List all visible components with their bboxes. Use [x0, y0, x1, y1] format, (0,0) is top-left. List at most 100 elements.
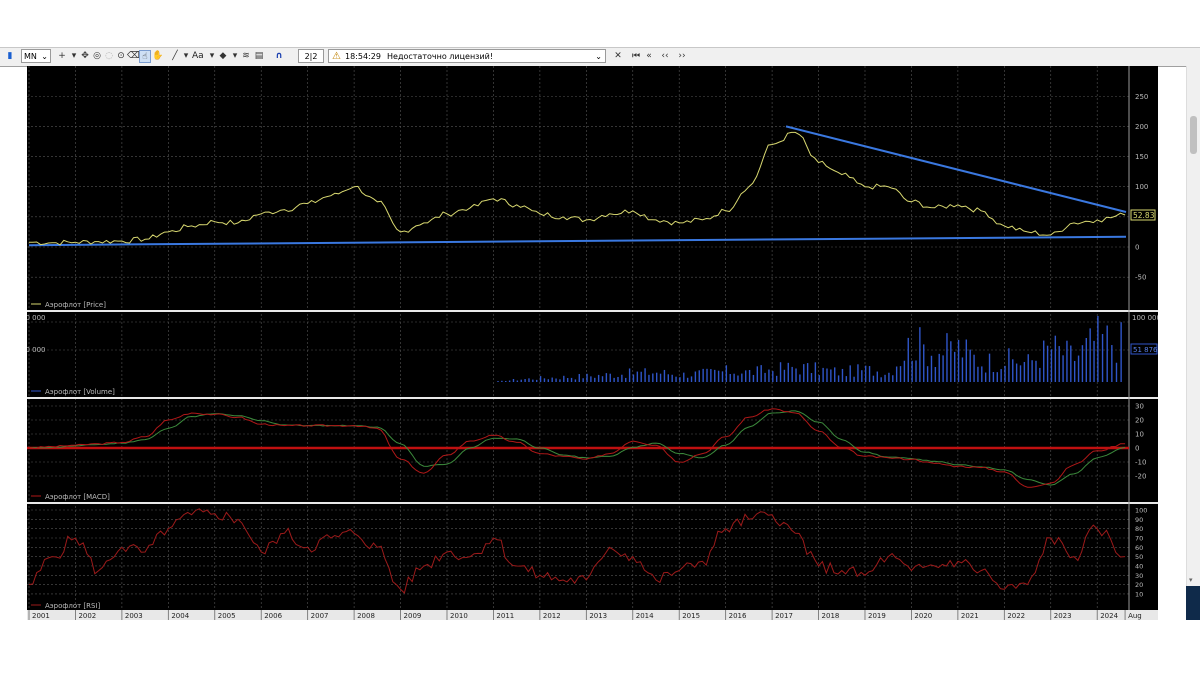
volume-bar — [915, 360, 917, 382]
close-icon[interactable]: ✕ — [612, 50, 624, 63]
volume-bar — [1077, 355, 1080, 382]
volume-bar — [880, 377, 882, 382]
volume-bar — [671, 374, 673, 382]
x-label: 2009 — [404, 612, 422, 620]
volume-bar — [961, 357, 964, 382]
scrollbar-thumb[interactable] — [1190, 116, 1197, 154]
rsi-legend: Аэрофлот [RSI] — [45, 602, 101, 610]
volume-bar — [775, 375, 778, 382]
volume-bar — [973, 354, 975, 382]
volume-bar — [1081, 345, 1084, 382]
chart-svg[interactable]: 250200150100500-50 250200150100500-50 52… — [12, 66, 1161, 620]
back-icon[interactable]: ‹‹ — [659, 50, 671, 63]
grid — [27, 66, 1129, 610]
volume-bar — [532, 379, 534, 382]
volume-bar — [683, 372, 685, 382]
volume-bar — [737, 375, 739, 382]
x-label: 2013 — [589, 612, 607, 620]
volume-bar — [795, 368, 797, 382]
volume-bar — [505, 381, 507, 382]
text-tool-button[interactable]: Aa — [192, 49, 206, 64]
volume-bar — [640, 371, 642, 382]
fibonacci-icon[interactable]: ≋ — [240, 50, 252, 63]
grid-tool-icon[interactable]: ▤ — [253, 50, 265, 63]
volume-bar — [741, 373, 743, 382]
forward-icon[interactable]: ›› — [676, 50, 688, 63]
panel-separator[interactable] — [27, 310, 1158, 312]
volume-bar — [950, 341, 952, 382]
volume-bar — [516, 380, 519, 382]
x-label: 2024 — [1100, 612, 1118, 620]
scroll-down-icon[interactable]: ▾ — [1189, 576, 1193, 584]
move-icon[interactable]: ✥ — [79, 50, 91, 63]
macd-axis-right: 30 20 10 0 -10 -20 — [1135, 403, 1146, 481]
target-icon[interactable]: ◎ — [91, 50, 103, 63]
volume-bar — [644, 368, 646, 382]
eraser-icon[interactable]: ⌫ — [127, 50, 140, 63]
chart-toolbar: ▮ MN ⌄ + ▾ ✥ ◎ ◌ ⊙ ⌫ ☝ ✋ ╱ ▾ Aa ▾ ◆ ▾ ≋ ▤… — [0, 47, 1200, 67]
chevron-down-icon: ⌄ — [41, 52, 48, 61]
panel-separator[interactable] — [27, 397, 1158, 399]
volume-tick-left-1: 00 000 — [27, 314, 46, 322]
volume-bar — [1039, 367, 1041, 382]
chart-type-icon[interactable]: ▮ — [4, 50, 16, 63]
volume-bar — [787, 362, 789, 382]
volume-bar — [655, 372, 658, 382]
volume-bar — [1111, 345, 1113, 382]
message-text: Недостаточно лицензий! — [387, 52, 494, 61]
volume-bar — [1031, 360, 1033, 382]
volume-bar — [957, 339, 960, 382]
page-indicator[interactable]: 2|2 — [298, 49, 324, 63]
volume-bar — [578, 373, 580, 382]
volume-bar — [601, 376, 604, 382]
volume-bar — [721, 371, 724, 382]
volume-bar — [625, 377, 627, 382]
volume-bar — [826, 368, 828, 382]
volume-bar — [1089, 328, 1091, 382]
volume-bar — [559, 379, 561, 382]
zoom-icon[interactable]: ⊙ — [115, 50, 127, 63]
volume-bar — [845, 376, 848, 382]
first-page-icon[interactable]: ⏮ — [630, 50, 642, 63]
resistance-trendline[interactable] — [785, 125, 1127, 213]
hand-pan-icon[interactable]: ✋ — [152, 50, 164, 63]
price-legend: Аэрофлот [Price] — [45, 301, 106, 309]
support-trendline[interactable] — [28, 235, 1127, 247]
timeframe-value: MN — [24, 52, 37, 61]
volume-bar — [911, 360, 913, 382]
volume-bar — [698, 370, 700, 382]
volume-bar — [760, 365, 762, 382]
volume-bar — [733, 373, 735, 382]
volume-bar — [617, 376, 619, 382]
volume-bar — [984, 372, 987, 382]
price_panel-tick-right: 200 — [1135, 123, 1148, 131]
volume-bar — [903, 360, 906, 382]
chevron-down-icon[interactable]: ▾ — [180, 50, 192, 63]
volume-bar — [710, 369, 712, 382]
timeframe-select[interactable]: MN ⌄ — [21, 49, 51, 63]
volume-bar — [806, 363, 809, 382]
vertical-scrollbar[interactable]: ▾ — [1186, 66, 1200, 586]
previous-page-icon[interactable]: « — [643, 50, 655, 63]
magnet-icon[interactable]: ∩ — [273, 50, 285, 63]
crosshair-icon[interactable]: + — [56, 50, 68, 63]
circle-icon[interactable]: ◌ — [103, 50, 115, 63]
volume-bar — [799, 374, 801, 382]
macd_panel-tick-right: -10 — [1135, 459, 1146, 467]
volume-bar — [954, 351, 956, 382]
volume-bar — [679, 377, 681, 382]
volume-bar — [1054, 335, 1057, 382]
message-box[interactable]: ⚠ 18:54:29 Недостаточно лицензий! ⌄ — [328, 49, 606, 63]
chart-area[interactable]: 250200150100500-50 250200150100500-50 52… — [12, 66, 1161, 620]
x-label: 2015 — [682, 612, 700, 620]
volume-bar — [988, 353, 991, 382]
volume-bar — [621, 374, 623, 382]
volume-bar — [675, 376, 677, 382]
fill-icon[interactable]: ◆ — [217, 50, 229, 63]
panel-separator[interactable] — [27, 502, 1158, 504]
volume-bar — [1023, 361, 1026, 382]
hand-select-icon[interactable]: ☝ — [139, 50, 151, 63]
volume-bars — [497, 316, 1122, 382]
volume-bar — [853, 376, 855, 382]
volume-bar — [1035, 360, 1037, 382]
